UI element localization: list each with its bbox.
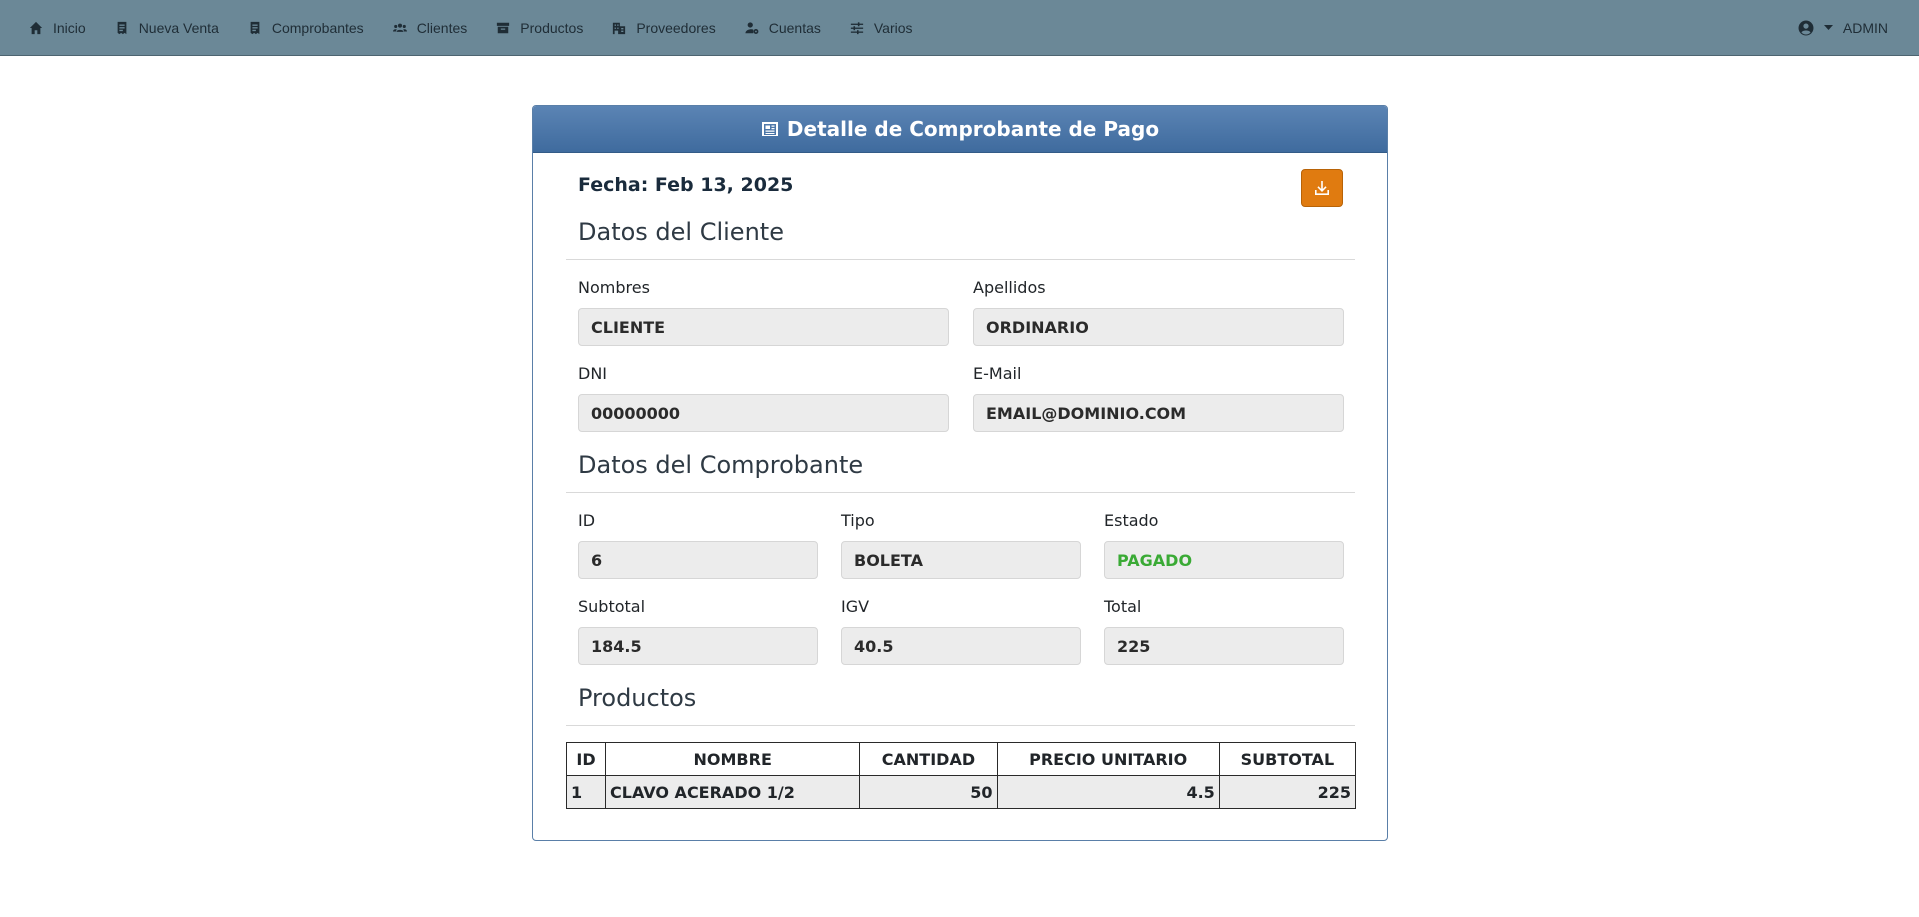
newspaper-icon xyxy=(761,122,778,136)
email-field[interactable]: EMAIL@DOMINIO.COM xyxy=(973,394,1344,432)
user-circle-icon xyxy=(1798,20,1814,36)
caret-down-icon xyxy=(1823,25,1833,30)
igv-label: IGV xyxy=(841,597,870,616)
nav-item-label: Clientes xyxy=(416,19,468,36)
fecha-label: Fecha: Feb 13, 2025 xyxy=(578,174,794,196)
top-navbar: Inicio Nueva Venta Comprobantes Clientes… xyxy=(0,0,1919,56)
section-divider xyxy=(566,259,1355,260)
nav-item-proveedores[interactable]: Proveedores xyxy=(612,19,716,36)
nav-item-label: Productos xyxy=(520,19,584,36)
table-row: 1 CLAVO ACERADO 1/2 50 4.5 225 xyxy=(565,775,1357,809)
nav-item-label: Nueva Venta xyxy=(138,19,219,36)
nav-item-label: Inicio xyxy=(53,19,86,36)
download-button[interactable] xyxy=(1301,169,1343,207)
id-label: ID xyxy=(578,511,596,530)
nav-item-varios[interactable]: Varios xyxy=(850,20,913,36)
estado-label: Estado xyxy=(1104,511,1159,530)
nombres-label: Nombres xyxy=(578,278,650,297)
tipo-label: Tipo xyxy=(841,511,875,530)
user-menu[interactable]: ADMIN xyxy=(1798,0,1888,56)
user-gear-icon xyxy=(745,21,759,34)
user-name: ADMIN xyxy=(1842,20,1888,36)
tipo-field[interactable]: BOLETA xyxy=(841,541,1081,579)
sliders-icon xyxy=(850,21,863,34)
archive-icon xyxy=(497,22,510,33)
section-divider xyxy=(566,492,1355,493)
home-icon xyxy=(29,21,43,34)
users-icon xyxy=(392,23,407,32)
apellidos-label: Apellidos xyxy=(973,278,1046,297)
section-title-comprobante: Datos del Comprobante xyxy=(578,451,864,479)
section-title-productos: Productos xyxy=(578,684,697,712)
nav-item-label: Comprobantes xyxy=(271,19,364,36)
subtotal-label: Subtotal xyxy=(578,597,646,616)
total-field[interactable]: 225 xyxy=(1104,627,1344,665)
card-header: Detalle de Comprobante de Pago xyxy=(533,106,1387,153)
cell-id: 1 xyxy=(565,775,607,809)
estado-field[interactable]: PAGADO xyxy=(1104,541,1344,579)
card-title: Detalle de Comprobante de Pago xyxy=(786,117,1160,141)
email-label: E-Mail xyxy=(973,364,1022,383)
cell-subtotal: 225 xyxy=(1218,775,1357,809)
cell-nombre: CLAVO ACERADO 1/2 xyxy=(605,775,861,809)
subtotal-field[interactable]: 184.5 xyxy=(578,627,818,665)
receipt-icon xyxy=(117,21,127,34)
nav-item-label: Proveedores xyxy=(636,19,716,36)
column-header-subtotal: SUBTOTAL xyxy=(1218,742,1357,776)
comprobante-detail-card: Detalle de Comprobante de Pago Fecha: Fe… xyxy=(532,105,1388,841)
cell-precio: 4.5 xyxy=(996,775,1220,809)
receipt-icon xyxy=(250,21,260,34)
dni-label: DNI xyxy=(578,364,608,383)
nav-item-comprobantes[interactable]: Comprobantes xyxy=(248,20,364,36)
column-header-cantidad: CANTIDAD xyxy=(859,742,998,776)
total-label: Total xyxy=(1104,597,1142,616)
productos-table: ID NOMBRE CANTIDAD PRECIO UNITARIO SUBTO… xyxy=(565,742,1357,809)
section-divider xyxy=(566,725,1355,726)
nav-item-label: Cuentas xyxy=(768,19,821,36)
nav-item-productos[interactable]: Productos xyxy=(496,20,583,36)
nav-item-cuentas[interactable]: Cuentas xyxy=(745,20,821,36)
column-header-precio-unitario: PRECIO UNITARIO xyxy=(996,742,1220,776)
column-header-id: ID xyxy=(565,742,607,776)
cell-cantidad: 50 xyxy=(859,775,998,809)
section-title-cliente: Datos del Cliente xyxy=(578,218,784,246)
nav-menu: Inicio Nueva Venta Comprobantes Clientes… xyxy=(0,20,942,36)
table-header-row: ID NOMBRE CANTIDAD PRECIO UNITARIO SUBTO… xyxy=(565,742,1357,776)
id-field[interactable]: 6 xyxy=(578,541,818,579)
building-icon xyxy=(613,22,626,34)
nav-item-clientes[interactable]: Clientes xyxy=(392,19,468,36)
column-header-nombre: NOMBRE xyxy=(605,742,861,776)
igv-field[interactable]: 40.5 xyxy=(841,627,1081,665)
nombres-field[interactable]: CLIENTE xyxy=(578,308,949,346)
apellidos-field[interactable]: ORDINARIO xyxy=(973,308,1344,346)
nav-item-label: Varios xyxy=(873,19,913,36)
nav-item-nueva-venta[interactable]: Nueva Venta xyxy=(115,20,219,36)
nav-item-inicio[interactable]: Inicio xyxy=(29,20,86,36)
dni-field[interactable]: 00000000 xyxy=(578,394,949,432)
download-icon xyxy=(1315,181,1329,195)
